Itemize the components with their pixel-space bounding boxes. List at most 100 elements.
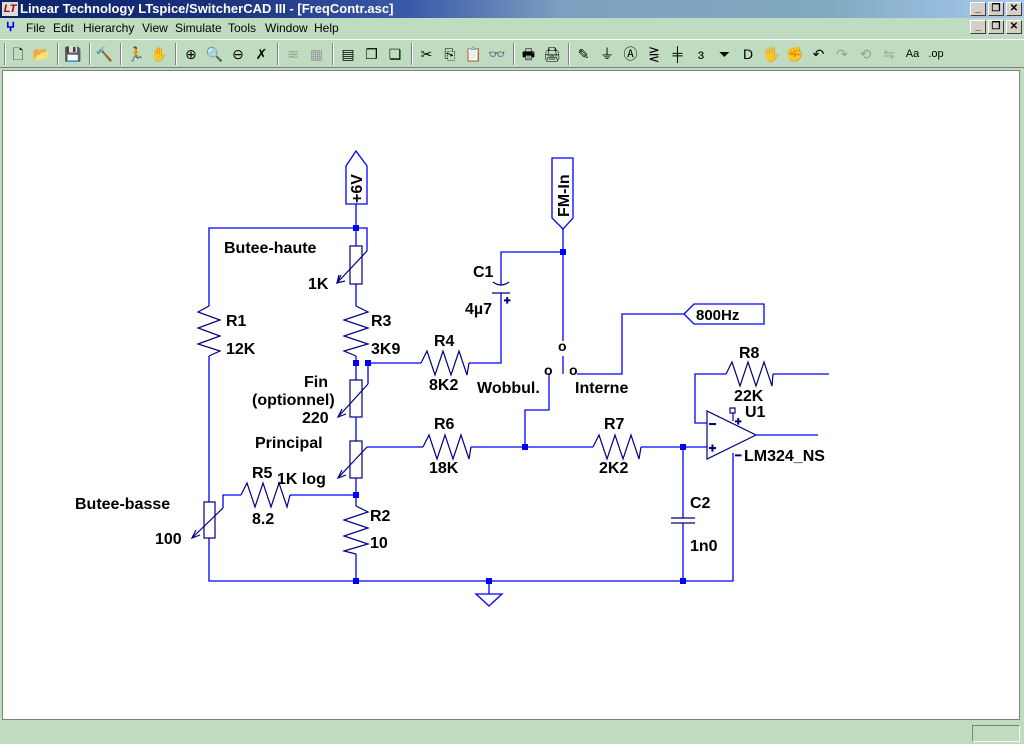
window-title: Linear Technology LTspice/SwitcherCAD II…	[20, 1, 394, 16]
mirror-icon[interactable]: ⇋	[879, 44, 899, 64]
copy-icon[interactable]: ⎘	[440, 44, 460, 64]
toolbar-grip	[4, 43, 6, 65]
label-r8: R8	[739, 345, 760, 362]
print-icon[interactable]: 🖨	[542, 44, 562, 64]
halt-hand-icon[interactable]: ✋	[150, 44, 170, 64]
menu-edit[interactable]: Edit	[53, 21, 74, 35]
label-butee-haute: Butee-haute	[224, 240, 317, 257]
rotate-icon[interactable]: ⟲	[856, 44, 876, 64]
redo-icon[interactable]: ↷	[832, 44, 852, 64]
label-interne: Interne	[575, 380, 628, 397]
label-fin-optionnel: (optionnel)	[252, 392, 335, 409]
value-r6: 18K	[429, 460, 459, 477]
value-fin: 220	[302, 410, 329, 427]
grid-icon[interactable]: ▦	[307, 44, 327, 64]
label-r4: R4	[434, 333, 455, 350]
switch-wobbul-contact: o	[544, 362, 553, 378]
flag-fm-in-label: FM-In	[556, 174, 573, 217]
print-preview-icon[interactable]: 🖶	[519, 44, 539, 64]
label-u1: U1	[745, 404, 766, 421]
resistor-r8	[725, 360, 774, 388]
run-icon[interactable]: 🏃	[126, 44, 146, 64]
doc-minimize-button[interactable]: _	[970, 20, 986, 34]
draw-wire-icon[interactable]: ✎	[574, 44, 594, 64]
toolbar-separator	[567, 43, 570, 65]
zoom-out-icon[interactable]: ⊖	[228, 44, 248, 64]
value-butee-haute: 1K	[308, 276, 329, 293]
menu-window[interactable]: Window	[265, 21, 308, 35]
value-r5: 8.2	[252, 511, 274, 528]
schematic-canvas[interactable]: + − + + − +6V FM-In 800Hz Butee-haute 1K…	[2, 70, 1020, 720]
svg-text:+: +	[709, 441, 716, 455]
menu-bar: ⵖ File Edit Hierarchy View Simulate Tool…	[0, 18, 1024, 38]
label-r2: R2	[370, 508, 391, 525]
ground-icon	[474, 593, 504, 607]
cascade-icon[interactable]: ❐	[362, 44, 382, 64]
value-principal: 1K log	[277, 471, 326, 488]
close-window-icon[interactable]: ❏	[385, 44, 405, 64]
svg-text:+: +	[504, 295, 510, 307]
schematic[interactable]: + − + + − +6V FM-In 800Hz Butee-haute 1K…	[3, 71, 1021, 721]
switch-common-contact: o	[558, 338, 567, 354]
ltspice-logo-icon: LT	[2, 2, 18, 16]
capacitor-icon[interactable]: ╪	[668, 44, 688, 64]
control-panel-hammer-icon[interactable]: 🔨	[95, 44, 115, 64]
status-bar	[0, 722, 1024, 744]
doc-close-button[interactable]: ✕	[1006, 20, 1022, 34]
menu-help[interactable]: Help	[314, 21, 339, 35]
text-icon[interactable]: Aa	[903, 44, 923, 64]
restore-button[interactable]: ❐	[988, 2, 1004, 16]
inductor-icon[interactable]: ɜ	[691, 44, 711, 64]
tile-horizontal-icon[interactable]: ▤	[338, 44, 358, 64]
label-c2: C2	[690, 495, 711, 512]
open-icon[interactable]: 📂	[32, 44, 52, 64]
cut-icon[interactable]: ✂	[417, 44, 437, 64]
drag-icon[interactable]: ✊	[785, 44, 805, 64]
spice-directive-icon[interactable]: .op	[926, 44, 946, 64]
menu-simulate[interactable]: Simulate	[175, 21, 222, 35]
minimize-button[interactable]: _	[970, 2, 986, 16]
move-icon[interactable]: 🖐	[762, 44, 782, 64]
svg-text:−: −	[735, 450, 741, 462]
flag-vcc-label: +6V	[349, 174, 366, 203]
value-c2: 1n0	[690, 538, 718, 555]
title-bar: LT Linear Technology LTspice/SwitcherCAD…	[0, 0, 1024, 18]
document-icon[interactable]: ⵖ	[6, 20, 15, 34]
resistor-r4	[420, 349, 470, 377]
toolbar-separator	[88, 43, 91, 65]
resistor-r2	[341, 505, 371, 555]
component-icon[interactable]: D	[738, 44, 758, 64]
label-butee-basse: Butee-basse	[75, 496, 170, 513]
pot-butee-haute	[349, 245, 363, 285]
svg-text:+: +	[735, 416, 741, 428]
save-icon[interactable]: 💾	[63, 44, 83, 64]
doc-restore-button[interactable]: ❐	[988, 20, 1004, 34]
label-net-icon[interactable]: Ⓐ	[621, 44, 641, 64]
value-r4: 8K2	[429, 377, 458, 394]
flag-800hz-label: 800Hz	[696, 307, 739, 324]
label-r6: R6	[434, 416, 455, 433]
ground-icon[interactable]: ⏚	[597, 44, 617, 64]
resistor-r7	[592, 433, 642, 461]
menu-hierarchy[interactable]: Hierarchy	[83, 21, 134, 35]
autorange-icon[interactable]: ≋	[283, 44, 303, 64]
paste-icon[interactable]: 📋	[464, 44, 484, 64]
menu-file[interactable]: File	[26, 21, 45, 35]
value-r7: 2K2	[599, 460, 628, 477]
label-fin: Fin	[304, 374, 328, 391]
toolbar-separator	[120, 43, 122, 65]
undo-icon[interactable]: ↶	[809, 44, 829, 64]
zoom-fit-icon[interactable]: ✗	[252, 44, 272, 64]
value-r1: 12K	[226, 341, 256, 358]
junctions	[353, 225, 686, 584]
find-icon[interactable]: 👓	[487, 44, 507, 64]
new-schematic-icon[interactable]: 🗋	[8, 44, 28, 64]
value-butee-basse: 100	[155, 531, 182, 548]
zoom-in-icon[interactable]: ⊕	[181, 44, 201, 64]
menu-tools[interactable]: Tools	[228, 21, 256, 35]
close-button[interactable]: ✕	[1006, 2, 1022, 16]
pan-zoom-icon[interactable]: 🔍	[205, 44, 225, 64]
diode-icon[interactable]: ⏷	[715, 44, 735, 64]
menu-view[interactable]: View	[142, 21, 168, 35]
resistor-icon[interactable]: ⋛	[644, 44, 664, 64]
